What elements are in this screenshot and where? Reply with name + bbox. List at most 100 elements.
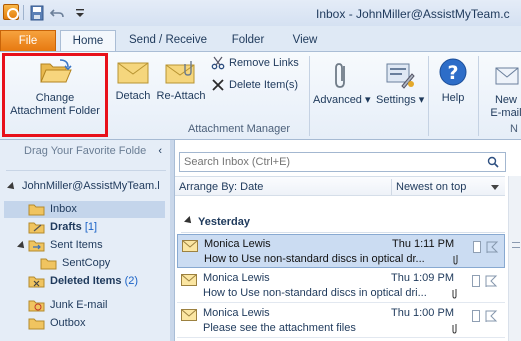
message-sender: Monica Lewis	[203, 307, 270, 319]
message-row[interactable]: Monica Lewis Thu 1:11 PM How to Use non-…	[177, 234, 505, 268]
group-divider	[309, 56, 310, 136]
search-icon[interactable]	[487, 156, 499, 168]
arrange-bar: Arrange By: Date Newest on top	[175, 176, 505, 196]
reattach-button[interactable]: Re-Attach	[155, 60, 207, 103]
undo-icon[interactable]	[49, 5, 65, 21]
outbox-folder-icon	[28, 318, 45, 330]
scroll-grip[interactable]	[512, 242, 520, 248]
nav-divider	[6, 170, 166, 171]
group-header-yesterday[interactable]: Yesterday	[184, 216, 250, 228]
envelope-icon	[181, 309, 197, 321]
group-header-label: Yesterday	[198, 216, 250, 228]
flag-icon[interactable]	[485, 240, 499, 254]
deleted-count: (2)	[124, 275, 139, 287]
arrange-by-button[interactable]: Arrange By: Date	[179, 181, 263, 193]
tab-folder[interactable]: Folder	[222, 30, 274, 52]
save-icon[interactable]	[29, 5, 45, 21]
collapse-group-icon[interactable]	[184, 216, 194, 226]
new-email-label-line2: E-mail	[490, 107, 521, 119]
new-email-label-line1: New	[494, 94, 517, 106]
sort-order-button[interactable]: Newest on top	[396, 181, 466, 193]
folder-name: Drafts [1]	[50, 221, 98, 233]
attachment-icon	[453, 255, 458, 265]
envelope-icon	[181, 274, 197, 286]
account-node[interactable]: JohnMiller@AssistMyTeam.l	[0, 180, 170, 196]
search-box[interactable]	[179, 152, 506, 172]
drafts-count: [1]	[84, 221, 98, 233]
expand-triangle-icon[interactable]	[17, 241, 27, 251]
help-button[interactable]: ? Help	[436, 56, 470, 105]
message-time: Thu 1:09 PM	[391, 272, 454, 284]
message-sender: Monica Lewis	[204, 238, 271, 250]
ribbon-tabs: File Home Send / Receive Folder View	[0, 26, 521, 53]
outlook-app-icon[interactable]	[3, 4, 19, 20]
message-subject: How to Use non-standard discs in optical…	[203, 287, 427, 299]
message-subject: Please see the attachment files	[203, 322, 356, 334]
junk-folder-icon	[28, 300, 45, 312]
paperclip-icon	[335, 63, 345, 88]
folder-name: Sent Items	[50, 239, 103, 251]
message-row[interactable]: Monica Lewis Thu 1:00 PM Please see the …	[177, 304, 505, 338]
drafts-folder-icon	[28, 222, 45, 234]
account-name: JohnMiller@AssistMyTeam.l	[22, 180, 160, 192]
tab-home[interactable]: Home	[60, 30, 116, 53]
sent-folder-icon	[28, 240, 45, 252]
scissors-icon	[211, 56, 225, 70]
group-divider	[428, 56, 429, 136]
remove-links-label: Remove Links	[229, 56, 299, 69]
message-time: Thu 1:11 PM	[392, 238, 455, 250]
folder-name: Inbox	[50, 203, 77, 215]
advanced-button[interactable]: Advanced ▾	[313, 60, 371, 107]
delete-x-icon	[212, 79, 224, 91]
tab-send-receive[interactable]: Send / Receive	[124, 30, 212, 52]
quick-access-divider	[23, 5, 24, 20]
flag-icon[interactable]	[484, 274, 498, 288]
tab-view[interactable]: View	[284, 30, 326, 52]
title-bar: Inbox - JohnMiller@AssistMyTeam.c	[0, 0, 521, 26]
flag-icon[interactable]	[484, 309, 498, 323]
group-divider	[478, 56, 479, 136]
attachment-icon	[452, 324, 457, 334]
favorites-placeholder: Drag Your Favorite Folde	[24, 145, 147, 157]
message-list: Arrange By: Date Newest on top Yesterday…	[174, 140, 521, 341]
envelope-attachment-icon	[165, 61, 195, 84]
highlight-box	[2, 53, 108, 137]
detach-button[interactable]: Detach	[112, 60, 154, 103]
collapse-pane-icon[interactable]: ‹	[158, 142, 162, 160]
category-box[interactable]	[472, 310, 480, 322]
new-email-button[interactable]: New E-mail	[486, 60, 521, 120]
inbox-folder-icon	[28, 204, 45, 216]
folder-inbox[interactable]: Inbox	[4, 201, 165, 218]
tab-file[interactable]: File	[0, 30, 56, 52]
detach-label: Detach	[115, 90, 151, 102]
delete-items-button[interactable]: Delete Item(s)	[211, 78, 298, 96]
search-input[interactable]	[180, 153, 440, 171]
message-time: Thu 1:00 PM	[391, 307, 454, 319]
window-title: Inbox - JohnMiller@AssistMyTeam.c	[316, 7, 510, 21]
settings-label: Settings ▾	[376, 94, 425, 106]
category-box[interactable]	[473, 241, 481, 253]
reattach-label: Re-Attach	[156, 90, 206, 102]
category-box[interactable]	[472, 275, 480, 287]
favorites-bar: Drag Your Favorite Folde ‹	[0, 142, 170, 160]
attachment-icon	[452, 289, 457, 299]
folder-name: SentCopy	[62, 257, 111, 269]
expand-triangle-icon[interactable]	[7, 182, 17, 192]
message-list-scrollbar[interactable]	[508, 176, 521, 341]
deleted-folder-icon	[28, 276, 45, 288]
advanced-label: Advanced ▾	[313, 94, 371, 106]
help-icon: ?	[439, 58, 467, 86]
svg-text:?: ?	[447, 62, 458, 84]
envelope-icon	[182, 240, 198, 252]
settings-button[interactable]: Settings ▾	[376, 60, 424, 107]
sort-dropdown-icon[interactable]	[491, 185, 499, 190]
message-row[interactable]: Monica Lewis Thu 1:09 PM How to Use non-…	[177, 269, 505, 303]
attachment-manager-group-label: Attachment Manager	[187, 123, 291, 135]
remove-links-button[interactable]: Remove Links	[211, 56, 299, 74]
settings-icon	[386, 63, 415, 89]
group-divider	[181, 232, 505, 233]
new-email-icon	[495, 67, 519, 85]
next-group-label: N	[510, 123, 518, 135]
delete-items-label: Delete Item(s)	[229, 78, 299, 91]
customize-quick-access-icon[interactable]	[72, 5, 88, 21]
